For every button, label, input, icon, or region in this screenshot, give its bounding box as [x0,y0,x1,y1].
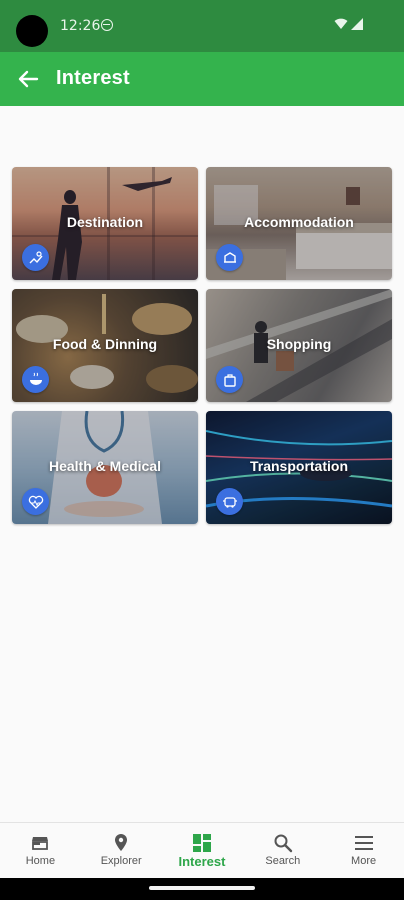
category-card-health[interactable]: Health & Medical [12,411,198,524]
nav-search[interactable]: Search [242,823,323,878]
signal-icon [351,18,363,30]
status-time: 12:26 [60,18,101,34]
category-card-destination[interactable]: Destination [12,167,198,280]
car-icon [216,488,243,515]
wifi-icon [334,18,348,29]
nav-label: Explorer [100,855,142,867]
hotel-icon [216,244,243,271]
nav-label: Home [25,855,56,867]
app-bar: Interest [0,52,404,106]
nav-label: More [351,855,377,867]
nav-interest[interactable]: Interest [162,823,243,878]
grid-icon [192,834,211,852]
nav-home[interactable]: Home [0,823,81,878]
heartbeat-icon [22,488,49,515]
status-bar: 12:26 [0,0,404,52]
camera-cutout [16,15,48,47]
category-label: Transportation [249,458,348,474]
category-card-accommodation[interactable]: Accommodation [206,167,392,280]
search-icon [274,834,292,853]
gesture-handle[interactable] [149,886,255,890]
category-label: Accommodation [244,214,354,230]
location-pin-icon [115,834,128,851]
category-card-food[interactable]: Food & Dinning [12,289,198,402]
food-icon [22,366,49,393]
store-icon [32,837,49,850]
bottom-navigation: Home Explorer Interest Search More [0,822,404,878]
nav-label: Search [265,855,301,867]
shopping-bag-icon [216,366,243,393]
sync-icon [101,19,113,31]
map-icon [22,244,49,271]
category-card-shopping[interactable]: Shopping [206,289,392,402]
category-label: Destination [66,214,144,230]
arrow-left-icon[interactable] [17,68,39,90]
category-label: Health & Medical [48,458,162,474]
page-title: Interest [56,67,130,89]
menu-icon [354,836,373,850]
system-navigation-bar [0,878,404,900]
category-label: Food & Dinning [52,336,158,352]
category-label: Shopping [266,336,332,352]
nav-explorer[interactable]: Explorer [81,823,162,878]
interest-grid: Destination Accommodation Food & Dinning… [12,167,393,524]
nav-label: Interest [178,854,226,869]
nav-more[interactable]: More [323,823,404,878]
category-card-transportation[interactable]: Transportation [206,411,392,524]
